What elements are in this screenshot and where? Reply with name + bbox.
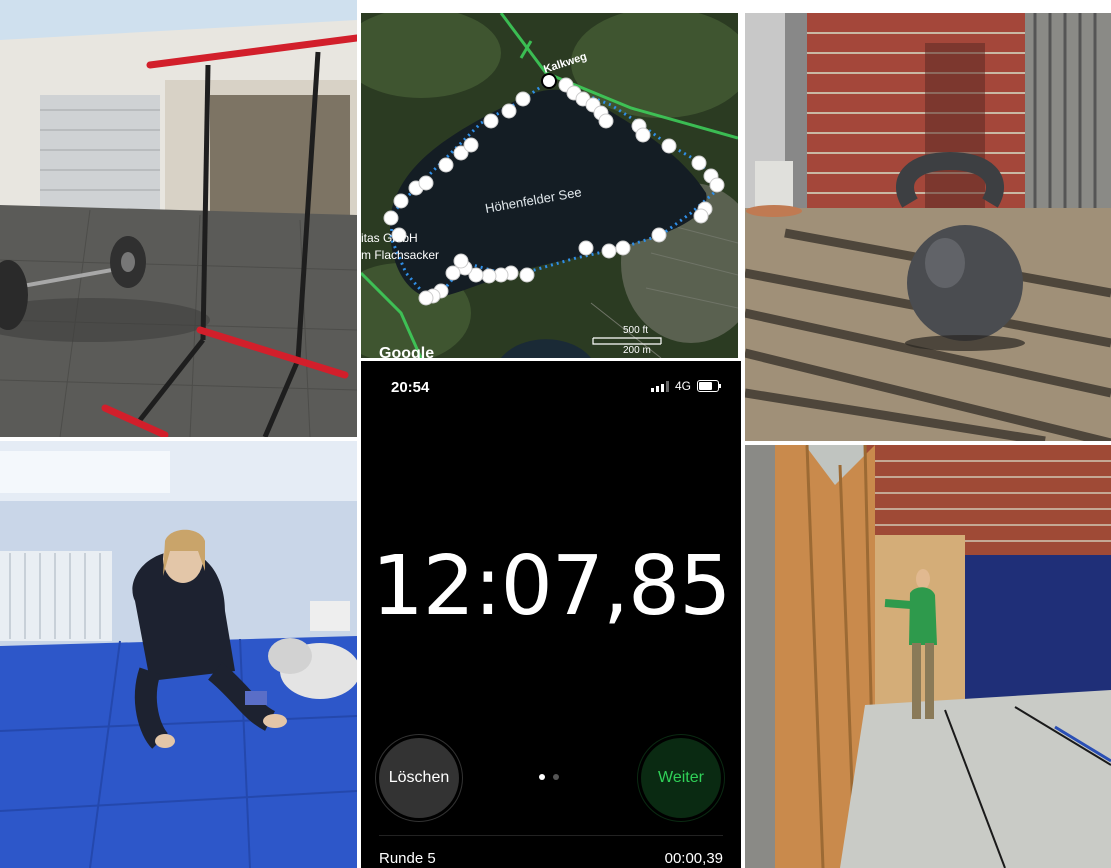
reset-button-label: Löschen	[388, 769, 450, 786]
scale-ft-label: 500 ft	[623, 325, 648, 336]
photo-sports-hall	[745, 445, 1111, 868]
google-logo: Google	[379, 345, 434, 358]
map-gps-track[interactable]: Kalkweg Höhenfelder See itas GmbH m Flac…	[361, 13, 738, 358]
resume-button[interactable]: Weiter	[641, 738, 721, 818]
photo-kettlebell	[745, 13, 1111, 441]
stopwatch-screen: 20:54 4G 12:07,85 Löschen Weiter Runde 5…	[361, 361, 741, 868]
scale-m-label: 200 m	[623, 345, 651, 356]
resume-button-label: Weiter	[658, 769, 704, 786]
status-indicators: 4G	[650, 379, 721, 393]
battery-icon	[697, 380, 721, 392]
network-label: 4G	[674, 379, 691, 393]
page-dot-inactive	[553, 774, 559, 780]
track-start-marker	[541, 73, 557, 89]
lap-time: 00:00,39	[664, 850, 723, 867]
place-label-2: m Flachsacker	[361, 248, 439, 262]
lap-label: Runde 5	[379, 850, 436, 867]
place-label-1: itas GmbH	[361, 231, 418, 245]
page-dot-active	[539, 774, 545, 780]
photo-bjj-mat	[0, 441, 357, 868]
lap-divider	[379, 835, 723, 836]
photo-pullup-bar	[0, 0, 357, 437]
status-time: 20:54	[391, 379, 430, 396]
lap-row: Runde 5 00:00,39	[379, 850, 723, 867]
signal-icon	[650, 380, 669, 392]
reset-button[interactable]: Löschen	[379, 738, 459, 818]
page-indicator[interactable]	[539, 774, 559, 780]
stopwatch-time: 12:07,85	[371, 539, 732, 634]
